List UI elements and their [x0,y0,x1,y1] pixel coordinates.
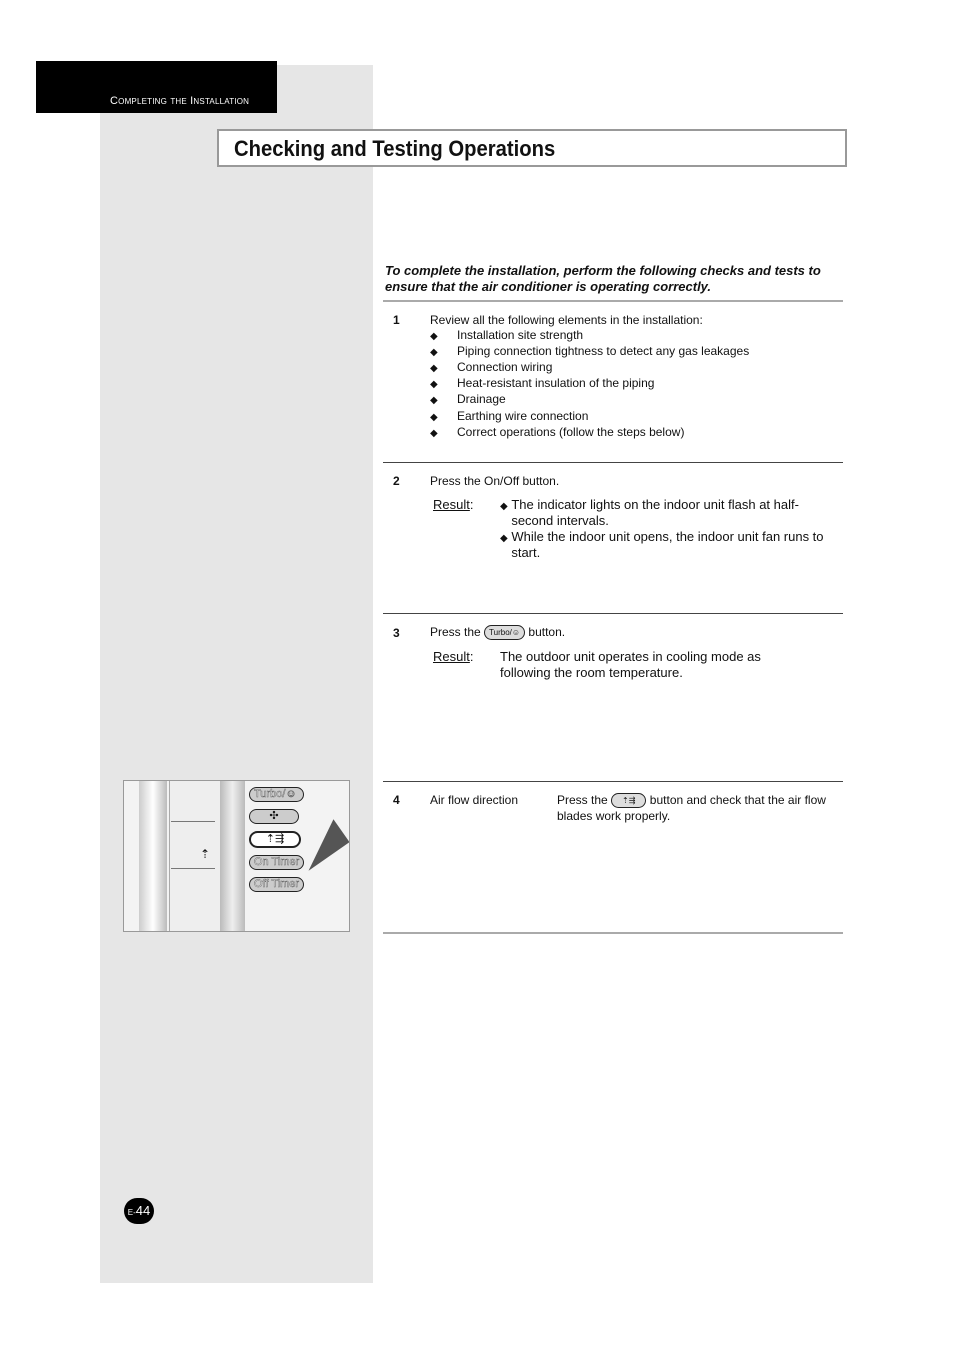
intro-text: To complete the installation, perform th… [385,263,821,294]
page-prefix: E- [127,1208,136,1217]
step-text: Press the Turbo/☺ button. [430,624,566,641]
title-box: Checking and Testing Operations [217,129,847,167]
list-item-text: Earthing wire connection [457,408,589,423]
result-item: ◆ While the indoor unit opens, the indoo… [500,529,840,561]
bullet-icon: ◆ [430,363,438,375]
bullet-icon: ◆ [430,347,438,359]
result-label-text: Result [433,497,470,512]
list-item: ◆ Connection wiring [430,360,552,375]
divider [383,300,843,302]
step-text: Review all the following elements in the… [430,313,703,327]
text: button. [528,625,566,639]
remote-turbo-button: Turbo/☺ [249,787,305,802]
step-text: Press the On/Off button. [430,474,560,488]
step-label: Air flow direction [430,793,519,807]
result-item: ◆ The indicator lights on the indoor uni… [500,497,840,529]
remote-off-timer-button: Off Timer [249,877,305,892]
divider [383,613,843,614]
airflow-indicator-icon: ⇡ [200,847,211,861]
list-item: ◆ Installation site strength [430,328,583,342]
list-item-text: Installation site strength [457,328,584,342]
step-number: 1 [393,313,400,327]
divider [383,781,843,782]
section-header: Completing the Installation [36,61,277,113]
list-item: ◆ Correct operations (follow the steps be… [430,425,684,439]
list-item-text: Correct operations (follow the steps bel… [457,424,685,439]
result-text: The outdoor unit operates in cooling mod… [500,649,761,680]
sidebar-band [100,65,373,1283]
result-label: Result: [433,649,474,664]
result-label: Result: [433,497,474,512]
bullet-icon: ◆ [430,331,438,342]
result-text: The indicator lights on the indoor unit … [511,497,799,528]
list-item: ◆ Drainage [430,392,506,407]
airflow-button-icon: ⇡⇶ [611,793,647,809]
step-number: 3 [393,626,400,640]
remote-fan-button: ✣ [249,809,299,824]
section-label: Completing the Installation [110,95,250,107]
step-number: 2 [393,474,400,488]
divider [383,932,843,934]
turbo-button-icon: Turbo/☺ [484,625,526,641]
list-item-text: Drainage [457,392,506,407]
bullet-icon: ◆ [500,501,508,512]
manual-page: Completing the Installation Checking and… [0,0,954,1351]
remote-on-timer-button: On Timer [249,855,305,870]
list-item: ◆ Earthing wire connection [430,409,588,423]
result-text: While the indoor unit opens, the indoor … [511,529,824,560]
remote-airflow-button: ⇡⇶ [249,831,301,848]
text: Press the [430,625,481,639]
list-item-text: Connection wiring [457,360,553,375]
step-number: 4 [393,793,400,807]
step-text: Press the ⇡⇶ button and check that the a… [557,792,827,824]
text: Press the [557,793,608,807]
bullet-icon: ◆ [430,411,438,423]
page-num: 44 [135,1203,151,1218]
list-item: ◆ Piping connection tightness to detect a… [430,344,749,359]
page-number: E-44 [124,1198,154,1224]
divider [383,462,843,463]
page-title: Checking and Testing Operations [234,136,556,161]
result-label-text: Result [433,649,470,664]
list-item-text: Piping connection tightness to detect an… [457,344,750,359]
list-item-text: Heat-resistant insulation of the piping [457,376,655,391]
bullet-icon: ◆ [430,427,438,439]
bullet-icon: ◆ [430,379,438,391]
list-item: ◆ Heat-resistant insulation of the piping [430,376,654,391]
bullet-icon: ◆ [430,395,438,407]
remote-illustration: ⇡ Turbo/☺ ✣ ⇡⇶ On Timer Off Timer [123,780,350,932]
bullet-icon: ◆ [500,533,508,544]
